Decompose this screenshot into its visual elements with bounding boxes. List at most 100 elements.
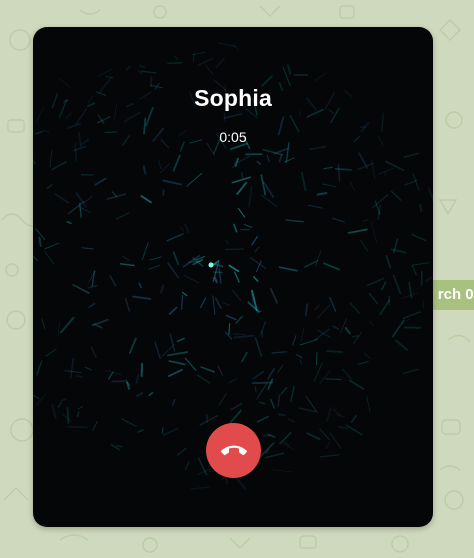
particle-streak [411, 264, 418, 276]
particle-streak [162, 179, 182, 186]
particle-streak [163, 427, 179, 436]
particle-streak [390, 190, 402, 201]
particle-streak [403, 152, 420, 158]
particle-streak [67, 425, 88, 429]
particle-streak [140, 195, 152, 204]
particle-streak [233, 475, 246, 490]
particle-streak [91, 318, 109, 327]
particle-streak [77, 405, 84, 410]
particle-streak [256, 160, 262, 166]
particle-streak [231, 43, 240, 51]
particle-streak [402, 368, 419, 375]
particle-streak [94, 177, 107, 186]
particle-streak [172, 154, 181, 172]
particle-streak [313, 72, 327, 82]
particle-streak [72, 283, 90, 294]
particle-streak [334, 168, 352, 171]
particle-streak [104, 370, 123, 376]
particle-streak [285, 141, 290, 163]
particle-streak [223, 113, 243, 119]
particle-streak [277, 364, 284, 373]
particle-streak [391, 319, 405, 338]
particle-streak [299, 359, 302, 365]
particle-streak [215, 57, 225, 69]
particle-streak [115, 444, 123, 448]
particle-streak [401, 292, 418, 299]
particle-streak [326, 406, 332, 423]
particle-streak [171, 398, 176, 406]
particle-streak [258, 401, 266, 405]
particle-streak [385, 254, 392, 269]
particle-streak [183, 274, 200, 284]
particle-streak [212, 295, 216, 315]
particle-streak [218, 393, 227, 406]
particle-streak [357, 361, 369, 365]
particle-streak [281, 442, 295, 451]
particle-streak [44, 242, 60, 250]
particle-streak [277, 413, 286, 417]
video-call-window: Sophia 0:05 [33, 27, 433, 527]
particle-streak [379, 299, 390, 315]
particle-streak [340, 318, 347, 334]
particle-streak [69, 358, 74, 379]
particle-streak [75, 375, 83, 378]
particle-streak [90, 346, 97, 358]
particle-streak [251, 235, 259, 246]
particle-streak [254, 246, 260, 253]
particle-streak [404, 179, 418, 186]
particle-streak [329, 432, 342, 450]
particle-streak [233, 333, 247, 336]
particle-streak [363, 352, 371, 359]
particle-streak [332, 217, 345, 223]
particle-streak [306, 432, 321, 441]
particle-streak [370, 222, 377, 243]
particle-streak [112, 191, 118, 198]
particle-streak [319, 454, 340, 458]
particle-streak [368, 320, 375, 327]
particle-streak [166, 233, 184, 242]
particle-streak [363, 219, 368, 222]
particle-streak [223, 112, 226, 122]
particle-streak [60, 397, 68, 402]
particle-streak [251, 381, 274, 385]
particle-streak [349, 181, 356, 192]
particle-streak [272, 469, 294, 473]
particle-streak [136, 392, 144, 397]
particle-streak [332, 325, 340, 330]
particle-streak [36, 392, 47, 406]
particle-streak [174, 55, 179, 61]
particle-streak [199, 297, 207, 309]
particle-streak [319, 370, 331, 385]
particle-streak [91, 270, 96, 287]
particle-streak [180, 226, 185, 232]
particle-streak [314, 304, 320, 311]
particle-streak [168, 306, 178, 315]
particle-streak [314, 250, 322, 268]
particle-streak [126, 381, 131, 390]
particle-streak [313, 362, 323, 382]
particle-streak [199, 415, 219, 426]
particle-streak [259, 442, 275, 459]
particle-streak [225, 248, 245, 251]
particle-streak [252, 370, 265, 380]
particle-streak [322, 262, 340, 271]
particle-streak [181, 291, 188, 297]
hangup-button[interactable] [206, 423, 261, 478]
particle-streak [247, 185, 253, 208]
particle-streak [138, 282, 142, 289]
particle-streak [105, 75, 114, 79]
particle-streak [290, 385, 295, 402]
particle-streak [186, 172, 203, 187]
particle-streak [427, 187, 433, 203]
particle-streak [241, 351, 248, 363]
particle-streak [252, 276, 259, 282]
particle-streak [33, 255, 39, 262]
particle-streak [115, 212, 130, 220]
particle-streak [137, 429, 144, 433]
particle-streak [384, 170, 387, 177]
particle-streak [148, 264, 161, 270]
particle-streak [325, 378, 342, 381]
particle-streak [256, 415, 269, 423]
particle-streak [411, 233, 427, 242]
particle-streak [287, 418, 295, 423]
